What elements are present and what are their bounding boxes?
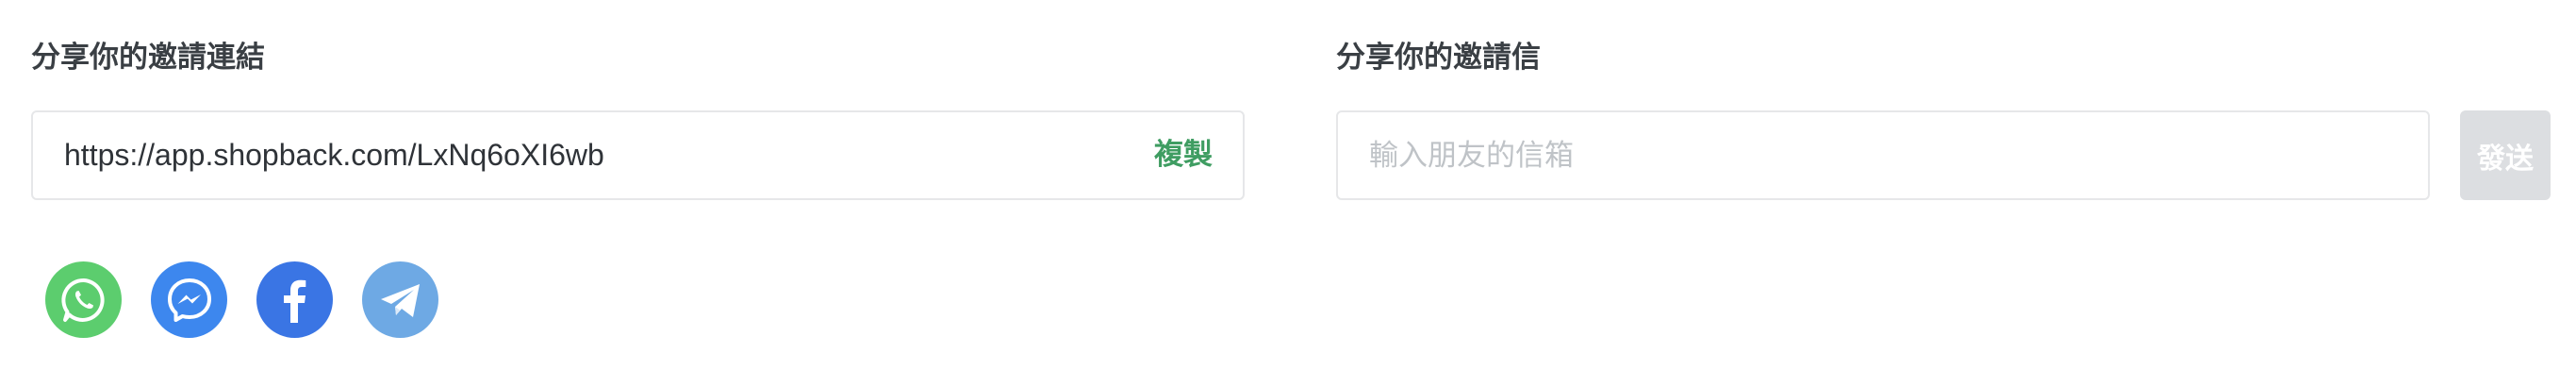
invite-email-label: 分享你的邀請信 [1336, 41, 1541, 75]
whatsapp-share-button[interactable] [45, 261, 122, 338]
send-button[interactable]: 發送 [2460, 110, 2551, 200]
copy-button[interactable]: 複製 [1154, 112, 1213, 198]
friend-email-input[interactable] [1336, 110, 2430, 200]
facebook-icon [283, 279, 305, 323]
messenger-share-button[interactable] [151, 261, 227, 338]
telegram-icon [380, 283, 420, 317]
whatsapp-icon [60, 278, 105, 322]
telegram-share-button[interactable] [362, 261, 438, 338]
invite-link-label: 分享你的邀請連結 [31, 41, 265, 75]
facebook-share-button[interactable] [256, 261, 333, 338]
invite-link-url[interactable]: https://app.shopback.com/LxNq6oXI6wb [64, 112, 604, 198]
invite-link-box: https://app.shopback.com/LxNq6oXI6wb 複製 [31, 110, 1245, 200]
messenger-icon [167, 278, 211, 322]
